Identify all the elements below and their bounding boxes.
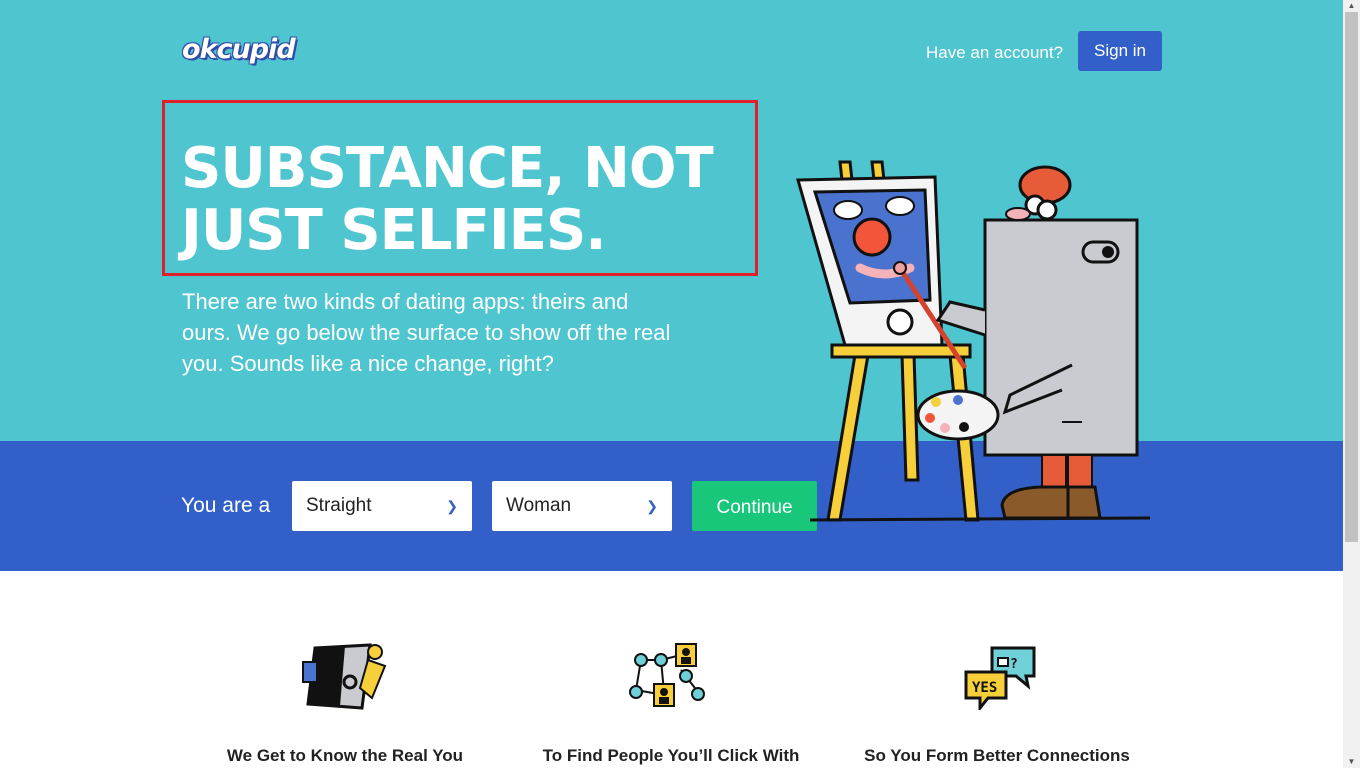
hero-subtext: There are two kinds of dating apps: thei… bbox=[182, 289, 671, 376]
chevron-down-icon: ❯ bbox=[446, 498, 458, 514]
feature-know-you: We Get to Know the Real You bbox=[195, 640, 495, 766]
feature-title: So You Form Better Connections bbox=[864, 746, 1130, 765]
network-icon bbox=[629, 643, 705, 707]
sign-in-button[interactable]: Sign in bbox=[1078, 31, 1162, 71]
scrollbar-thumb[interactable] bbox=[1345, 12, 1358, 542]
you-are-label: You are a bbox=[181, 494, 271, 517]
painter-illustration bbox=[796, 160, 1151, 522]
scroll-down-arrow-icon[interactable]: ▼ bbox=[1343, 756, 1360, 768]
feature-title: To Find People You’ll Click With bbox=[542, 746, 800, 765]
gender-value: Woman bbox=[506, 495, 572, 516]
okcupid-logo[interactable]: okcupid bbox=[182, 34, 296, 65]
scroll-up-arrow-icon[interactable]: ▲ bbox=[1343, 0, 1360, 12]
portrait-icon bbox=[302, 643, 387, 710]
have-account-text: Have an account? bbox=[926, 43, 1064, 62]
feature-connections: YES ? So You Form Better Connections bbox=[847, 640, 1147, 766]
svg-text:?: ? bbox=[1010, 657, 1018, 672]
headline-line-1: SUBSTANCE, NOT bbox=[181, 136, 714, 201]
headline-line-2: JUST SELFIES. bbox=[181, 198, 607, 263]
feature-title: We Get to Know the Real You bbox=[226, 746, 464, 765]
feature-find-people: To Find People You’ll Click With bbox=[521, 640, 821, 766]
chat-bubbles-icon: YES ? bbox=[964, 646, 1036, 710]
hero-headline: SUBSTANCE, NOT JUST SELFIES. bbox=[181, 138, 751, 262]
gender-select[interactable]: Woman ❯ bbox=[492, 481, 672, 531]
svg-text:YES: YES bbox=[972, 680, 997, 696]
orientation-select[interactable]: Straight ❯ bbox=[292, 481, 472, 531]
chevron-down-icon: ❯ bbox=[646, 498, 658, 514]
orientation-value: Straight bbox=[306, 495, 372, 516]
